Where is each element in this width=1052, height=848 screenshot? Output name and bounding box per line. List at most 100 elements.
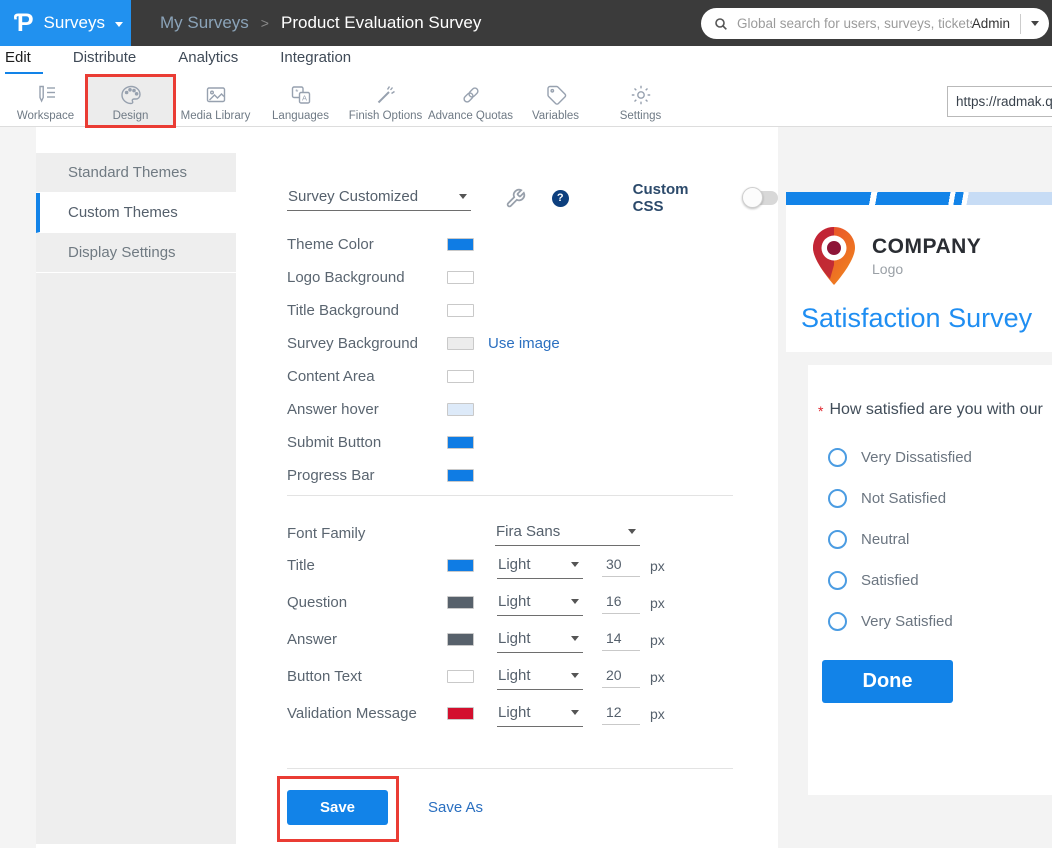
answer-options: Very Dissatisfied Not Satisfied Neutral … <box>828 437 1052 642</box>
page: Ƥ Surveys My Surveys > Product Evaluatio… <box>0 0 1052 848</box>
chevron-down-icon <box>459 194 467 199</box>
edit-toolbar: Workspace Design Media Library * A <box>0 76 1052 127</box>
radio-icon[interactable] <box>828 612 847 631</box>
sidebar-item-display-settings[interactable]: Display Settings <box>36 233 236 273</box>
help-icon[interactable]: ? <box>552 190 569 207</box>
font-size-input[interactable] <box>602 702 640 725</box>
magic-wand-icon <box>374 83 398 107</box>
toolbar-item-finish-options[interactable]: Finish Options <box>343 76 428 126</box>
toolbar-item-workspace[interactable]: Workspace <box>3 76 88 126</box>
font-weight-value: Light <box>498 630 531 647</box>
sidebar-item-standard-themes[interactable]: Standard Themes <box>36 153 236 193</box>
color-row-title-background: Title Background <box>287 294 733 327</box>
question-row: * How satisfied are you with our <box>818 401 1052 419</box>
font-weight-value: Light <box>498 556 531 573</box>
breadcrumb-separator: > <box>261 15 269 31</box>
theme-select[interactable]: Survey Customized <box>287 185 471 211</box>
color-swatch[interactable] <box>447 370 474 383</box>
color-swatch[interactable] <box>447 436 474 449</box>
color-swatch[interactable] <box>447 337 474 350</box>
color-swatch[interactable] <box>447 469 474 482</box>
survey-nav-tabs: Edit Distribute Analytics Integration <box>0 46 1052 76</box>
font-weight-select[interactable]: Light <box>497 590 583 616</box>
done-button[interactable]: Done <box>822 660 953 703</box>
font-row-label: Question <box>287 594 447 611</box>
theme-edit-button[interactable] <box>505 188 526 209</box>
font-size-input[interactable] <box>602 554 640 577</box>
color-swatch[interactable] <box>447 271 474 284</box>
toolbar-item-settings[interactable]: Settings <box>598 76 683 126</box>
chevron-down-icon <box>628 529 636 534</box>
radio-icon[interactable] <box>828 448 847 467</box>
font-weight-select[interactable]: Light <box>497 701 583 727</box>
account-chevron-down-icon[interactable] <box>1031 21 1039 26</box>
color-row-label: Progress Bar <box>287 467 447 484</box>
company-name: COMPANY <box>872 235 981 259</box>
chevron-down-icon <box>115 22 123 27</box>
toolbar-item-label: Workspace <box>17 110 74 122</box>
chevron-down-icon <box>571 562 579 567</box>
tab-analytics[interactable]: Analytics <box>166 46 250 72</box>
product-menu[interactable]: Ƥ Surveys <box>0 0 131 46</box>
sidebar-item-custom-themes[interactable]: Custom Themes <box>36 193 236 233</box>
color-swatch[interactable] <box>447 238 474 251</box>
font-row-label: Button Text <box>287 668 447 685</box>
color-swatch[interactable] <box>447 304 474 317</box>
breadcrumb: My Surveys > Product Evaluation Survey <box>160 0 481 46</box>
tab-integration[interactable]: Integration <box>268 46 363 72</box>
company-pin-logo-icon <box>808 225 860 287</box>
tag-icon <box>544 83 568 107</box>
use-image-link[interactable]: Use image <box>488 335 560 352</box>
company-logo-subtitle: Logo <box>872 261 981 277</box>
option-satisfied[interactable]: Satisfied <box>828 560 1052 601</box>
font-color-swatch[interactable] <box>447 633 474 646</box>
save-button[interactable]: Save <box>287 790 388 825</box>
radio-icon[interactable] <box>828 530 847 549</box>
custom-css-toggle[interactable] <box>744 191 778 205</box>
color-row-progress-bar: Progress Bar <box>287 459 733 492</box>
font-color-swatch[interactable] <box>447 596 474 609</box>
font-weight-value: Light <box>498 667 531 684</box>
toolbar-item-design[interactable]: Design <box>88 77 173 125</box>
tab-distribute[interactable]: Distribute <box>61 46 148 72</box>
tab-edit[interactable]: Edit <box>5 46 43 74</box>
font-color-swatch[interactable] <box>447 707 474 720</box>
radio-icon[interactable] <box>828 489 847 508</box>
chevron-down-icon <box>571 673 579 678</box>
option-very-satisfied[interactable]: Very Satisfied <box>828 601 1052 642</box>
font-size-input[interactable] <box>602 665 640 688</box>
radio-icon[interactable] <box>828 571 847 590</box>
palette-icon <box>119 83 143 107</box>
font-size-input[interactable] <box>602 628 640 651</box>
save-as-link[interactable]: Save As <box>428 799 483 816</box>
toolbar-item-media-library[interactable]: Media Library <box>173 76 258 126</box>
font-weight-select[interactable]: Light <box>497 553 583 579</box>
option-very-dissatisfied[interactable]: Very Dissatisfied <box>828 437 1052 478</box>
survey-url-input[interactable] <box>947 86 1052 117</box>
toolbar-item-variables[interactable]: Variables <box>513 76 598 126</box>
toolbar-item-label: Advance Quotas <box>428 110 513 122</box>
topbar: Ƥ Surveys My Surveys > Product Evaluatio… <box>0 0 1052 46</box>
toolbar-item-advance-quotas[interactable]: Advance Quotas <box>428 76 513 126</box>
font-weight-select[interactable]: Light <box>497 664 583 690</box>
left-rail <box>0 127 36 848</box>
color-row-label: Survey Background <box>287 335 447 352</box>
font-color-swatch[interactable] <box>447 670 474 683</box>
breadcrumb-parent[interactable]: My Surveys <box>160 13 249 33</box>
wrench-icon <box>505 188 526 209</box>
search-input[interactable] <box>737 16 972 31</box>
option-not-satisfied[interactable]: Not Satisfied <box>828 478 1052 519</box>
custom-css-label: Custom CSS <box>633 181 723 215</box>
font-color-swatch[interactable] <box>447 559 474 572</box>
color-row-answer-hover: Answer hover <box>287 393 733 426</box>
toolbar-item-languages[interactable]: * A Languages <box>258 76 343 126</box>
color-swatch[interactable] <box>447 403 474 416</box>
font-size-input[interactable] <box>602 591 640 614</box>
font-family-select[interactable]: Fira Sans <box>495 520 640 546</box>
option-neutral[interactable]: Neutral <box>828 519 1052 560</box>
toggle-knob <box>742 187 763 208</box>
preview-logo: COMPANY Logo <box>808 225 1052 287</box>
account-menu[interactable]: Admin <box>972 16 1010 31</box>
font-weight-select[interactable]: Light <box>497 627 583 653</box>
color-row-label: Submit Button <box>287 434 447 451</box>
